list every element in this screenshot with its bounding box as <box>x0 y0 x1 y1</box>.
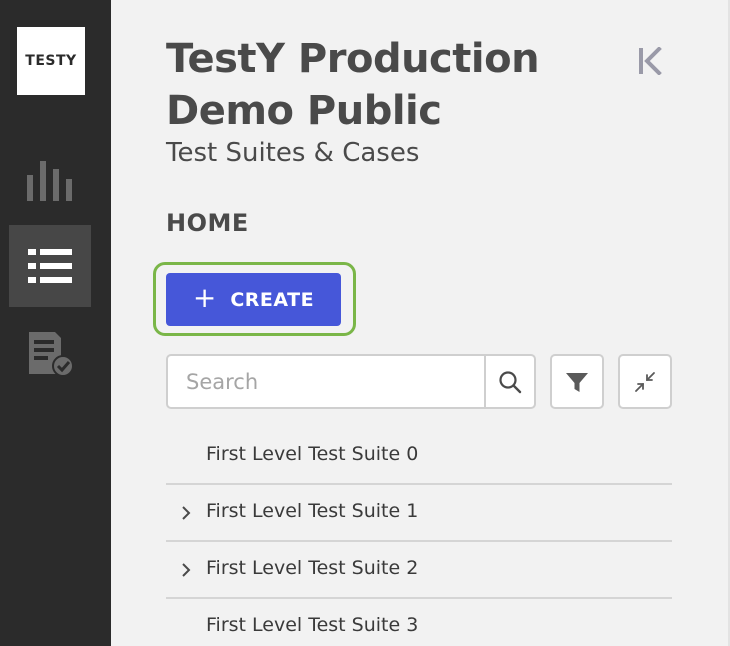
test-suite-tree: First Level Test Suite 0 First Level Tes… <box>166 428 672 646</box>
search-button[interactable] <box>486 356 534 407</box>
tree-row[interactable]: First Level Test Suite 3 <box>166 599 672 646</box>
sidebar-item-analytics[interactable] <box>9 137 91 219</box>
tree-row[interactable]: First Level Test Suite 0 <box>166 428 672 485</box>
sidebar-item-test-suites[interactable] <box>9 225 91 307</box>
collapse-arrows-icon <box>635 371 655 392</box>
search-input[interactable] <box>168 356 484 407</box>
list-icon <box>28 249 72 283</box>
tree-row-label: First Level Test Suite 2 <box>206 557 419 579</box>
page-subtitle: Test Suites & Cases <box>166 138 420 168</box>
filter-button[interactable] <box>550 354 604 409</box>
tree-row[interactable]: First Level Test Suite 2 <box>166 542 672 599</box>
breadcrumb-home[interactable]: HOME <box>166 209 249 237</box>
tree-row-label: First Level Test Suite 0 <box>206 443 419 465</box>
tree-row-label: First Level Test Suite 1 <box>206 500 419 522</box>
filter-icon <box>566 372 588 392</box>
create-button[interactable]: + CREATE <box>166 273 341 326</box>
test-run-check-icon <box>29 332 74 377</box>
collapse-left-icon <box>639 46 662 76</box>
collapse-all-button[interactable] <box>618 354 672 409</box>
search-icon <box>499 370 522 393</box>
sidebar-rail: TESTY <box>0 0 111 646</box>
plus-icon: + <box>192 281 217 314</box>
page-title: TestY Production Demo Public <box>166 36 540 134</box>
bar-chart-icon <box>27 161 72 201</box>
main-panel: TestY Production Demo Public Test Suites… <box>111 0 730 646</box>
tree-row-label: First Level Test Suite 3 <box>206 614 419 636</box>
app-logo[interactable]: TESTY <box>17 27 85 95</box>
search-box <box>166 354 536 409</box>
collapse-panel-button[interactable] <box>637 46 663 76</box>
tree-row[interactable]: First Level Test Suite 1 <box>166 485 672 542</box>
create-button-label: CREATE <box>230 288 315 311</box>
logo-text: TESTY <box>25 53 77 69</box>
chevron-right-icon[interactable] <box>180 505 192 521</box>
chevron-right-icon[interactable] <box>180 562 192 578</box>
sidebar-item-test-runs[interactable] <box>9 313 91 395</box>
